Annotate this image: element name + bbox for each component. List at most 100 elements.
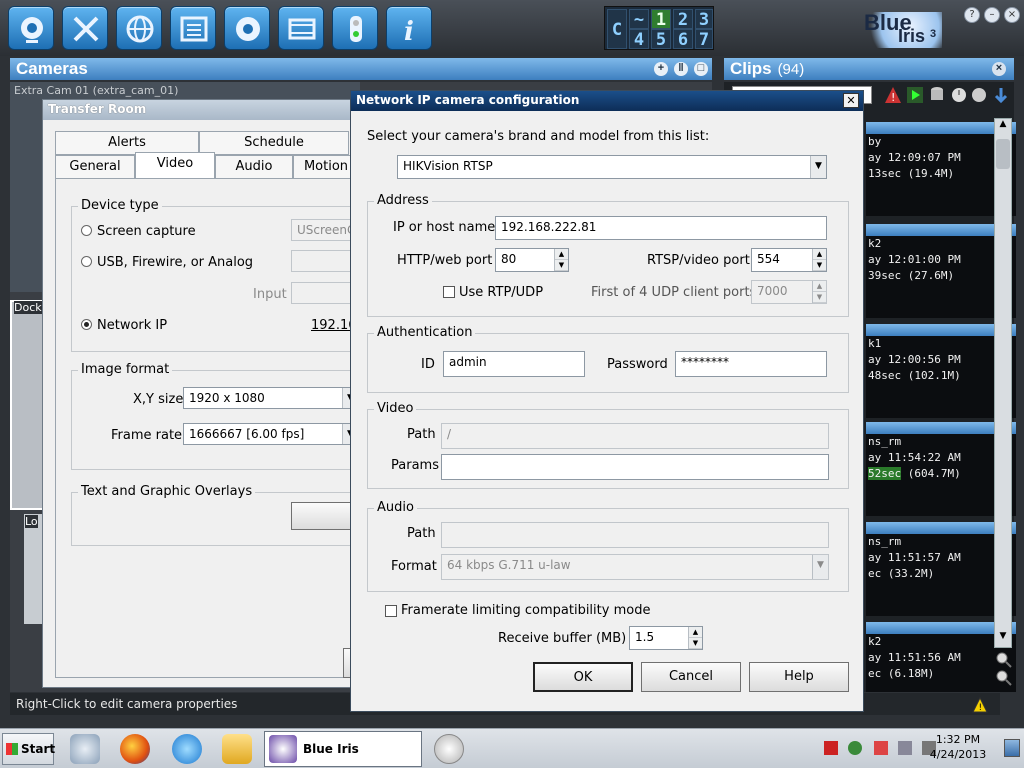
clips-scrollbar[interactable]: ▲ ▼ — [994, 118, 1012, 648]
traffic-light-icon — [350, 16, 362, 42]
security-tray-icon[interactable] — [848, 741, 862, 755]
http-port-input[interactable]: 80 ▲ ▼ — [495, 248, 569, 272]
firefox-icon[interactable] — [120, 734, 150, 764]
cancel-button[interactable]: Cancel — [641, 662, 741, 692]
camera-tile-dock[interactable]: Dock — [10, 300, 44, 510]
http-port-spinner[interactable]: ▲ ▼ — [554, 249, 568, 271]
warning-icon[interactable]: ! — [972, 697, 988, 713]
blue-iris-logo: Blue Iris 3 — [862, 10, 942, 48]
web-button[interactable] — [116, 6, 162, 50]
network-ip-config-dialog: Network IP camera configuration ✕ Select… — [350, 90, 864, 712]
spin-up-icon: ▲ — [813, 249, 826, 260]
receive-buffer-spinner[interactable]: ▲ ▼ — [688, 627, 702, 649]
aperture-icon — [236, 17, 260, 41]
log-button[interactable] — [170, 6, 216, 50]
close-button[interactable]: ✕ — [843, 93, 859, 108]
dialog-title: Transfer Room — [48, 102, 147, 116]
system-clock[interactable]: 1:32 PM 4/24/2013 — [928, 732, 988, 762]
framerate-limit-checkbox[interactable] — [385, 605, 397, 617]
params-input[interactable] — [441, 454, 829, 480]
xy-size-select[interactable]: 1920 x 1080 ▼ — [183, 387, 359, 409]
tab-audio[interactable]: Audio — [215, 155, 293, 179]
arrow-down-icon[interactable] — [992, 86, 1010, 104]
close-panel-icon[interactable]: × — [992, 62, 1006, 76]
zoom-in-icon[interactable] — [996, 652, 1012, 668]
ip-host-input[interactable]: 192.168.222.81 — [495, 216, 827, 240]
help-button[interactable]: Help — [749, 662, 849, 692]
ok-button[interactable]: OK — [533, 662, 633, 692]
overlays-button[interactable] — [291, 502, 359, 530]
tab-schedule[interactable]: Schedule — [199, 131, 349, 155]
profile-6-button[interactable]: 6 — [673, 29, 693, 50]
camera-icon — [21, 17, 43, 43]
udp-ports-input: 7000 ▲ ▼ — [751, 280, 827, 304]
show-desktop-icon[interactable] — [1004, 739, 1020, 757]
camera-button[interactable] — [8, 6, 54, 50]
network-ip-radio[interactable] — [81, 319, 92, 330]
play-clips-icon[interactable] — [906, 86, 924, 104]
udp-ports-value: 7000 — [757, 284, 788, 298]
spin-down-icon: ▼ — [813, 292, 826, 303]
use-rtp-udp-checkbox[interactable] — [443, 286, 455, 298]
id-input[interactable]: admin — [443, 351, 585, 377]
receive-buffer-value: 1.5 — [635, 630, 655, 644]
device-tray-icon[interactable] — [898, 741, 912, 755]
profile-3-button[interactable]: 3 — [695, 9, 713, 30]
brand-model-select[interactable]: HIKVision RTSP ▼ — [397, 155, 827, 179]
clips-panel-header: Clips (94) × — [724, 58, 1014, 80]
cameras-panel-header: Cameras + ‖ □ — [10, 58, 712, 80]
receive-buffer-input[interactable]: 1.5 ▲ ▼ — [629, 626, 703, 650]
profile-1-button[interactable]: 1 — [651, 9, 671, 30]
clip-size: (604.7M) — [901, 467, 961, 480]
clips-button[interactable] — [278, 6, 324, 50]
camera-filter-icon[interactable] — [970, 86, 988, 104]
frame-rate-select[interactable]: 1666667 [6.00 fps] ▼ — [183, 423, 359, 445]
action-center-tray-icon[interactable] — [874, 741, 888, 755]
settings-gear-icon[interactable] — [70, 734, 100, 764]
profile-7-button[interactable]: 7 — [695, 29, 713, 50]
scroll-down-arrow[interactable]: ▼ — [995, 631, 1011, 647]
clock-icon[interactable] — [950, 86, 968, 104]
profile-5-button[interactable]: 5 — [651, 29, 671, 50]
tools-button[interactable] — [62, 6, 108, 50]
scroll-thumb[interactable] — [996, 139, 1010, 169]
windows-taskbar: Start Blue Iris 1:32 PM 4/24/2013 — [0, 728, 1024, 768]
profile-2-button[interactable]: 2 — [673, 9, 693, 30]
network-tray-icon[interactable] — [824, 741, 838, 755]
traffic-signal-button[interactable] — [332, 6, 378, 50]
screen-capture-radio[interactable] — [81, 225, 92, 236]
speedometer-icon[interactable] — [434, 734, 464, 764]
alert-icon[interactable]: ! — [884, 86, 902, 104]
scroll-up-arrow[interactable]: ▲ — [995, 119, 1011, 135]
close-window-button[interactable]: × — [1004, 7, 1020, 23]
clips-title: Clips — [730, 59, 772, 78]
tab-video[interactable]: Video — [135, 152, 215, 179]
info-button[interactable]: i — [386, 6, 432, 50]
pause-icon[interactable]: ‖ — [674, 62, 688, 76]
layout-icon[interactable]: □ — [694, 62, 708, 76]
taskbar-blue-iris[interactable]: Blue Iris — [264, 731, 422, 767]
password-input[interactable]: ******** — [675, 351, 827, 377]
profile-cycle-button[interactable]: C — [607, 9, 627, 49]
start-button[interactable]: Start — [2, 733, 55, 765]
image-format-group: Image format — [71, 362, 359, 470]
minimize-window-button[interactable]: – — [984, 7, 1000, 23]
rtsp-port-spinner[interactable]: ▲ ▼ — [812, 249, 826, 271]
database-icon[interactable] — [928, 86, 946, 104]
tab-general[interactable]: General — [55, 155, 135, 179]
id-label: ID — [421, 357, 435, 372]
zoom-out-icon[interactable] — [996, 670, 1012, 686]
profile-tilde-button[interactable]: ~ — [629, 9, 649, 30]
camera-properties-dialog: Transfer Room Alerts Schedule General Vi… — [42, 99, 360, 688]
profile-4-button[interactable]: 4 — [629, 29, 649, 50]
camera-tile-lo[interactable]: Lo — [24, 514, 44, 624]
xy-size-value: 1920 x 1080 — [189, 391, 265, 405]
snapshot-button[interactable] — [224, 6, 270, 50]
folder-icon[interactable] — [222, 734, 252, 764]
add-camera-icon[interactable]: + — [654, 62, 668, 76]
usb-analog-radio[interactable] — [81, 256, 92, 267]
help-window-button[interactable]: ? — [964, 7, 980, 23]
internet-explorer-icon[interactable] — [172, 734, 202, 764]
rtsp-port-input[interactable]: 554 ▲ ▼ — [751, 248, 827, 272]
svg-text:!: ! — [891, 91, 895, 104]
